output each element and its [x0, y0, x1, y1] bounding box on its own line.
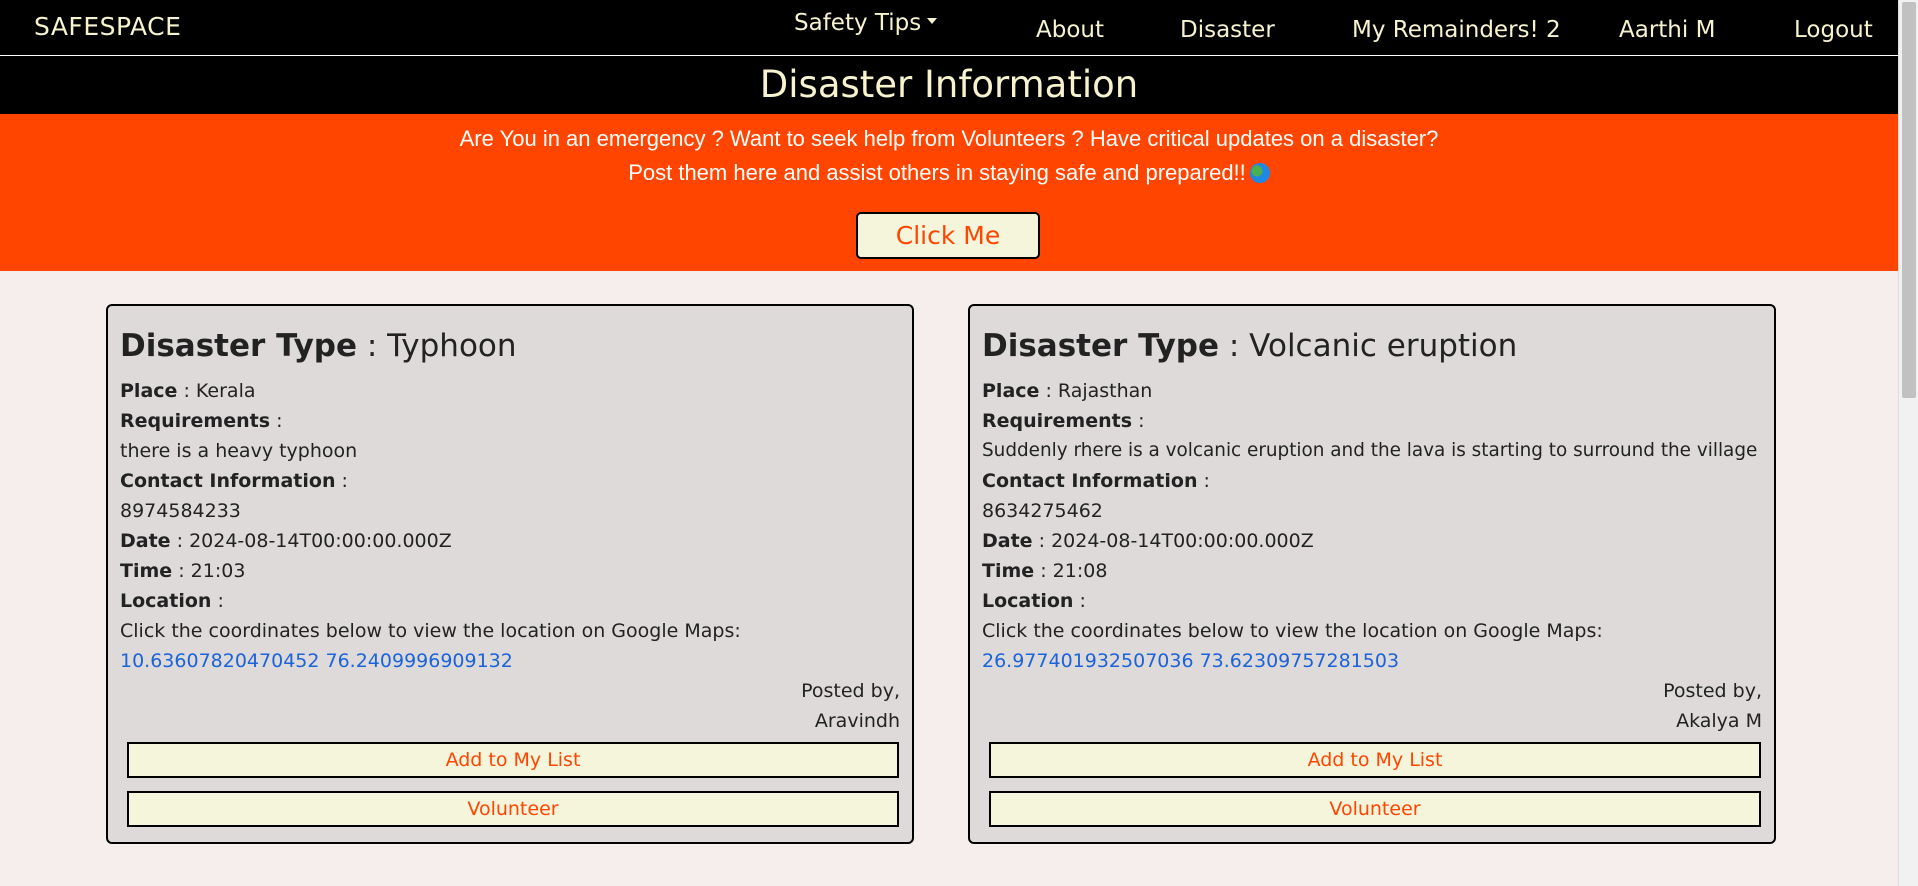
banner-line-2-wrapper: Post them here and assist others in stay… — [0, 160, 1898, 186]
separator: : — [176, 530, 184, 552]
banner-line-1: Are You in an emergency ? Want to seek h… — [459, 126, 1439, 151]
time-label: Time — [982, 560, 1035, 582]
posted-by-label: Posted by, — [801, 680, 900, 702]
time-value: 21:08 — [1052, 560, 1108, 582]
coordinates-link[interactable]: 26.977401932507036 73.62309757281503 — [982, 650, 1399, 672]
maps-hint: Click the coordinates below to view the … — [982, 620, 1603, 642]
separator: : — [341, 470, 348, 492]
contact-row: Contact Information : — [120, 470, 348, 492]
posted-by-name: Akalya M — [1676, 710, 1762, 732]
location-label: Location — [120, 590, 212, 612]
requirements-row: Requirements : — [982, 410, 1144, 432]
time-value: 21:03 — [190, 560, 246, 582]
page-title-bar: Disaster Information — [0, 56, 1898, 114]
page-title: Disaster Information — [759, 63, 1139, 106]
disaster-type-row: Disaster Type : Typhoon — [120, 328, 517, 364]
disaster-type-label: Disaster Type — [982, 328, 1219, 364]
place-value: Kerala — [195, 380, 256, 402]
time-row: Time : 21:08 — [982, 560, 1107, 582]
contact-value: 8974584233 — [120, 500, 241, 522]
place-row: Place : Rajasthan — [982, 380, 1152, 402]
separator: : — [1040, 560, 1047, 582]
emergency-banner: Are You in an emergency ? Want to seek h… — [0, 114, 1898, 271]
brand-logo[interactable]: SAFESPACE — [34, 12, 181, 41]
time-row: Time : 21:03 — [120, 560, 245, 582]
requirements-label: Requirements — [982, 410, 1133, 432]
requirements-label: Requirements — [120, 410, 271, 432]
top-navbar: SAFESPACE Safety Tips About Disaster My … — [0, 0, 1898, 56]
location-row: Location : — [982, 590, 1086, 612]
place-row: Place : Kerala — [120, 380, 256, 402]
nav-logout[interactable]: Logout — [1794, 17, 1873, 43]
disaster-card: Disaster Type : Typhoon Place : Kerala R… — [106, 304, 914, 844]
contact-label: Contact Information — [982, 470, 1198, 492]
page-scrollbar[interactable] — [1898, 0, 1918, 886]
maps-hint: Click the coordinates below to view the … — [120, 620, 741, 642]
place-value: Rajasthan — [1057, 380, 1153, 402]
date-label: Date — [120, 530, 171, 552]
location-row: Location : — [120, 590, 224, 612]
time-label: Time — [120, 560, 173, 582]
requirements-value: Suddenly rhere is a volcanic eruption an… — [982, 440, 1758, 461]
separator: : — [1045, 380, 1052, 402]
nav-safety-tips-dropdown[interactable]: Safety Tips — [794, 10, 938, 36]
scrollbar-thumb[interactable] — [1902, 2, 1916, 398]
volunteer-button[interactable]: Volunteer — [127, 791, 899, 827]
requirements-row: Requirements : — [120, 410, 282, 432]
disaster-card: Disaster Type : Volcanic eruption Place … — [968, 304, 1776, 844]
date-value: 2024-08-14T00:00:00.000Z — [189, 530, 452, 552]
date-label: Date — [982, 530, 1033, 552]
disaster-type-value: Volcanic eruption — [1249, 328, 1518, 364]
posted-by-name: Aravindh — [814, 710, 900, 732]
nav-user-profile[interactable]: Aarthi M — [1619, 17, 1715, 43]
contact-label: Contact Information — [120, 470, 336, 492]
place-label: Place — [982, 380, 1040, 402]
separator: : — [217, 590, 224, 612]
caret-down-icon — [927, 17, 938, 24]
requirements-value: there is a heavy typhoon — [120, 440, 358, 462]
date-value: 2024-08-14T00:00:00.000Z — [1051, 530, 1314, 552]
posted-by-label: Posted by, — [1663, 680, 1762, 702]
coordinates-link[interactable]: 10.63607820470452 76.2409996909132 — [120, 650, 513, 672]
contact-row: Contact Information : — [982, 470, 1210, 492]
date-row: Date : 2024-08-14T00:00:00.000Z — [120, 530, 452, 552]
date-row: Date : 2024-08-14T00:00:00.000Z — [982, 530, 1314, 552]
separator: : — [1228, 328, 1240, 364]
disaster-type-label: Disaster Type — [120, 328, 357, 364]
separator: : — [178, 560, 185, 582]
separator: : — [1079, 590, 1086, 612]
disaster-type-row: Disaster Type : Volcanic eruption — [982, 328, 1517, 364]
place-label: Place — [120, 380, 178, 402]
separator: : — [1203, 470, 1210, 492]
nav-about[interactable]: About — [1036, 17, 1104, 43]
add-to-list-button[interactable]: Add to My List — [127, 742, 899, 778]
click-me-button[interactable]: Click Me — [856, 212, 1040, 259]
separator: : — [366, 328, 378, 364]
nav-my-reminders[interactable]: My Remainders! 2 — [1352, 17, 1561, 43]
nav-safety-tips-label: Safety Tips — [794, 10, 922, 36]
separator: : — [1138, 410, 1145, 432]
volunteer-button[interactable]: Volunteer — [989, 791, 1761, 827]
globe-icon — [1249, 163, 1270, 183]
separator: : — [183, 380, 190, 402]
separator: : — [1038, 530, 1046, 552]
banner-line-2: Post them here and assist others in stay… — [628, 160, 1246, 185]
separator: : — [276, 410, 283, 432]
disaster-type-value: Typhoon — [387, 328, 517, 364]
contact-value: 8634275462 — [982, 500, 1103, 522]
add-to-list-button[interactable]: Add to My List — [989, 742, 1761, 778]
location-label: Location — [982, 590, 1074, 612]
nav-disaster[interactable]: Disaster — [1180, 17, 1275, 43]
